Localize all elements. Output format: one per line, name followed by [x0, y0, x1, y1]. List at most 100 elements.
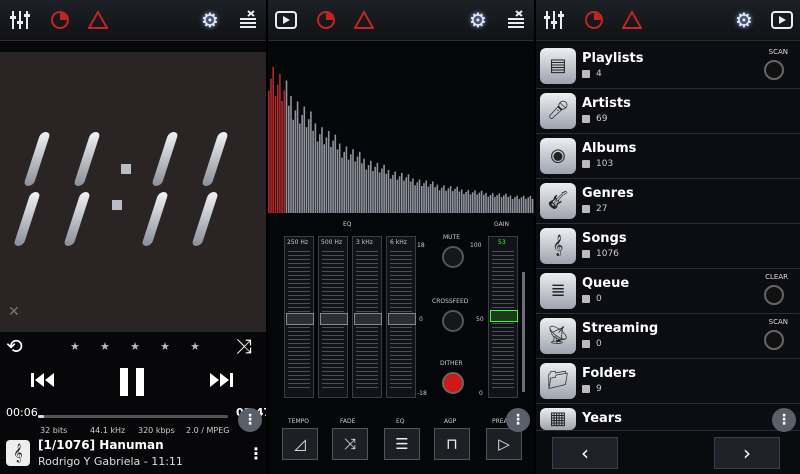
- prev-page-button[interactable]: ‹: [552, 437, 618, 469]
- agp-icon: ⊓: [446, 435, 458, 453]
- scan-button[interactable]: [764, 330, 784, 350]
- fade-button[interactable]: ⤨: [332, 428, 368, 460]
- scan-button[interactable]: [764, 60, 784, 80]
- library-item-albums[interactable]: ◉ Albums 103: [536, 134, 800, 179]
- count-icon: [582, 70, 590, 78]
- warning-triangle-icon[interactable]: [620, 8, 644, 32]
- eq-fader-250hz[interactable]: 250 Hz: [284, 236, 314, 398]
- pause-button[interactable]: [116, 366, 148, 404]
- library-item-artists[interactable]: 🎤︎ Artists 69: [536, 89, 800, 134]
- repeat-icon[interactable]: ⟲: [6, 334, 23, 358]
- mute-button[interactable]: [442, 246, 464, 268]
- library-item-title: Genres: [582, 186, 634, 201]
- album-art-close-icon[interactable]: ✕: [8, 304, 20, 320]
- rating-stars[interactable]: ★ ★ ★ ★ ★: [70, 340, 200, 353]
- previous-track-button[interactable]: [30, 370, 56, 395]
- spectrum-bar: [525, 198, 527, 213]
- gain-fader[interactable]: 53: [488, 236, 518, 398]
- fader-knob[interactable]: [388, 313, 416, 325]
- time-row: 00:06 03:47: [0, 404, 266, 424]
- tempo-button[interactable]: ◿: [282, 428, 318, 460]
- fader-knob[interactable]: [286, 313, 314, 325]
- spectrum-bar: [345, 146, 348, 213]
- queue-list-icon[interactable]: [504, 8, 528, 32]
- gain-scrollbar[interactable]: [522, 272, 525, 392]
- now-playing-thumb-icon[interactable]: 𝄞: [6, 440, 30, 466]
- library-item-streaming[interactable]: 📡︎ Streaming 0 SCAN: [536, 314, 800, 359]
- spectrum-bar: [272, 66, 274, 213]
- spectrum-bar: [423, 183, 425, 213]
- library-item-folders[interactable]: 📁︎ Folders 9: [536, 359, 800, 404]
- eq-fader-500hz[interactable]: 500 Hz: [318, 236, 348, 398]
- album-art[interactable]: ✕: [0, 52, 266, 332]
- eq-toggle-button[interactable]: ☰: [384, 428, 420, 460]
- antenna-icon: 📡︎: [540, 318, 576, 354]
- play-icon[interactable]: [274, 8, 298, 32]
- spectrum-bar: [330, 146, 332, 213]
- gear-icon[interactable]: ⚙: [732, 8, 756, 32]
- rating-star[interactable]: ★: [190, 340, 200, 353]
- dsp-more-button[interactable]: ⋮: [506, 408, 530, 432]
- gain-knob[interactable]: [490, 310, 518, 322]
- dither-button[interactable]: [442, 372, 464, 394]
- spectrum-bar: [389, 178, 392, 213]
- clear-button[interactable]: [764, 285, 784, 305]
- mute-label: MUTE: [443, 234, 461, 241]
- crossfeed-button[interactable]: [442, 310, 464, 332]
- gear-icon[interactable]: ⚙: [198, 8, 222, 32]
- seek-bar[interactable]: [38, 415, 228, 418]
- sleep-timer-icon[interactable]: [582, 8, 606, 32]
- sleep-timer-icon[interactable]: [314, 8, 338, 32]
- spectrum-bar: [303, 106, 306, 213]
- sleep-timer-icon[interactable]: [48, 8, 72, 32]
- fader-knob[interactable]: [354, 313, 382, 325]
- spectrum-bar: [365, 169, 368, 213]
- agp-button[interactable]: ⊓: [434, 428, 470, 460]
- spectrum-bar: [494, 196, 496, 213]
- library-item-songs[interactable]: 𝄞 Songs 1076: [536, 224, 800, 269]
- gear-icon[interactable]: ⚙: [466, 8, 490, 32]
- spectrum-bar: [294, 110, 297, 213]
- spectrum-bar: [527, 197, 529, 213]
- track-menu-icon[interactable]: ⋮: [248, 444, 264, 463]
- spectrum-bar: [509, 195, 512, 213]
- spectrum-bar: [467, 189, 470, 213]
- rating-star[interactable]: ★: [100, 340, 110, 353]
- library-item-genres[interactable]: 🎸︎ Genres 27: [536, 179, 800, 224]
- spectrum-bar: [292, 119, 294, 213]
- track-artist[interactable]: Rodrigo Y Gabriela - 11:11: [38, 455, 183, 468]
- eq-fader-6khz[interactable]: 6 kHz: [386, 236, 416, 398]
- fader-knob[interactable]: [320, 313, 348, 325]
- gain-scale-top: 100: [470, 242, 482, 249]
- spectrum-bar: [469, 194, 472, 213]
- player-more-button[interactable]: ⋮: [238, 408, 262, 432]
- shuffle-icon[interactable]: ⤨: [236, 334, 252, 358]
- library-item-playlists[interactable]: ▤ Playlists 4 SCAN: [536, 44, 800, 89]
- library-more-button[interactable]: ⋮: [772, 408, 796, 432]
- warning-triangle-icon[interactable]: [352, 8, 376, 32]
- equalizer-icon[interactable]: [8, 8, 32, 32]
- scan-label: SCAN: [768, 48, 788, 56]
- library-item-queue[interactable]: ≣ Queue 0 CLEAR: [536, 269, 800, 314]
- preamp-button[interactable]: ▷: [486, 428, 522, 460]
- rating-star[interactable]: ★: [130, 340, 140, 353]
- rating-star[interactable]: ★: [70, 340, 80, 353]
- spectrum-bar: [429, 184, 432, 213]
- library-item-years[interactable]: ▦ Years: [536, 404, 800, 431]
- eq-fader-3khz[interactable]: 3 kHz: [352, 236, 382, 398]
- spectrum-bar: [354, 161, 357, 213]
- rating-star[interactable]: ★: [160, 340, 170, 353]
- spectrum-bar: [445, 190, 447, 213]
- disc-icon: ◉: [540, 138, 576, 174]
- track-title[interactable]: [1/1076] Hanuman: [38, 438, 164, 452]
- play-icon[interactable]: [770, 8, 794, 32]
- next-track-button[interactable]: [208, 370, 234, 395]
- crossfeed-label: CROSSFEED: [432, 298, 469, 305]
- pause-icon: [120, 368, 144, 396]
- warning-triangle-icon[interactable]: [86, 8, 110, 32]
- next-page-button[interactable]: ›: [714, 437, 780, 469]
- library-item-count: 1076: [596, 249, 619, 259]
- spectrum-bar: [383, 164, 385, 213]
- equalizer-icon[interactable]: [542, 8, 566, 32]
- queue-list-icon[interactable]: [236, 8, 260, 32]
